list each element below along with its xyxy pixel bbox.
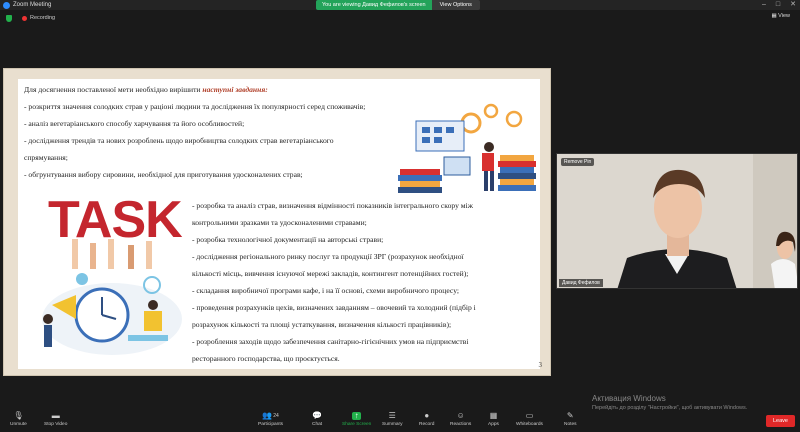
summary-icon: ☰ [388,411,396,420]
toolbar-label: Share Screen [342,422,372,427]
reading-illustration [398,103,536,193]
toolbar-label: Apps [488,422,499,427]
toolbar-label: Summary [382,422,403,427]
lower-task-line: - проведення розрахунків цехів, визначен… [192,303,476,312]
watermark-title: Активация Windows [592,394,666,403]
intro-accent: наступні завдання: [202,85,268,94]
view-button[interactable]: ▦ View [771,13,790,19]
lower-task-line: - складання виробничої програми кафе, і … [192,286,460,295]
window-title: Zoom Meeting [13,2,52,8]
reactions-button[interactable]: ☺ Reactions [450,411,472,428]
participants-count: 24 [273,413,279,419]
task-line: - розкриття значення солодких страв у ра… [24,102,366,111]
toolbar-label: Reactions [450,422,472,427]
lower-task-line: кількості місць, вивчення існуючої мереж… [192,269,469,278]
intro-text: Для досягнення поставленої мети необхідн… [24,85,203,94]
participant-video-frame [557,154,797,288]
toolbar-label: Unmute [10,422,27,427]
task-illustration [42,239,182,355]
maximize-icon[interactable]: □ [776,0,780,10]
share-screen-icon: ↑ [352,412,362,420]
participants-button[interactable]: 👥 24 Participants [258,412,284,428]
task-line: - аналіз вегетаріанського способу харчув… [24,119,245,128]
task-line: - обгрунтування вибору сировини, необхід… [24,170,303,179]
zoom-logo-icon [3,1,10,9]
record-dot-icon [22,15,27,21]
recording-label: Recording [30,15,56,21]
record-button[interactable]: ● Record [419,411,435,428]
toolbar-label: Stop Video [44,422,68,427]
slide-page-number: 3 [538,361,543,369]
lower-task-line: ресторанного господарства, що проєктуєть… [192,354,340,363]
view-label: View [778,13,790,19]
chat-icon: 💬 [312,411,323,420]
minimize-icon[interactable]: – [762,0,766,10]
share-banner: You are viewing Давид Фефилов's screen V… [316,0,480,10]
shield-icon[interactable] [6,14,12,22]
apps-icon: ▦ [489,411,498,420]
lower-task-line: - розробка технологічної документації на… [192,235,384,244]
share-screen-button[interactable]: ↑ Share Screen [342,412,372,428]
stop-video-button[interactable]: ▬ Stop Video [44,411,68,428]
windows-activation-watermark: Активация Windows Перейдіть до розділу "… [592,394,747,411]
toolbar-label: Notes [564,422,577,427]
participants-icon: 👥 24 [261,412,281,420]
slide-content: Для досягнення поставленої мети необхідн… [18,79,540,369]
camera-icon: ▬ [51,411,60,420]
view-options-button[interactable]: View Options [431,0,480,10]
remove-pin-button[interactable]: Remove Pin [561,158,595,166]
participant-name: Давид Фефилов [559,279,603,287]
toolbar-label: Record [419,422,435,427]
toolbar-label: Chat [312,422,323,427]
lower-task-line: - дослідження регіонального ринку послуг… [192,252,464,261]
chat-button[interactable]: 💬 Chat [312,411,323,428]
task-line: спрямування; [24,153,68,162]
lower-task-line: - розроблення заходів щодо забезпечення … [192,337,469,346]
share-banner-text: You are viewing Давид Фефилов's screen [316,0,432,10]
toolbar-label: Whiteboards [516,422,543,427]
meeting-toolbar: 🎙 Unmute ▬ Stop Video 👥 24 Participants 💬… [0,410,800,432]
whiteboards-button[interactable]: ▭ Whiteboards [516,411,543,428]
shared-slide: Для досягнення поставленої мети необхідн… [3,68,551,376]
task-line: - дослідження трендів та нових розроблен… [24,136,334,145]
apps-button[interactable]: ▦ Apps [488,411,499,428]
record-icon: ● [424,411,430,420]
lower-task-line: розрахунок кількості та площі устаткуван… [192,320,452,329]
summary-button[interactable]: ☰ Summary [382,411,403,428]
whiteboard-icon: ▭ [525,411,534,420]
unmute-button[interactable]: 🎙 Unmute [10,411,27,428]
reactions-icon: ☺ [456,411,465,420]
close-icon[interactable]: ✕ [790,0,796,10]
participants-glyph: 👥 [262,411,273,420]
lower-task-line: контрольними зразками та удосконаленими … [192,218,367,227]
notes-icon: ✎ [566,411,574,420]
slide-intro: Для досягнення поставленої мети необхідн… [24,86,268,94]
lower-task-line: - розробка та аналіз страв, визначення в… [192,201,473,210]
leave-button[interactable]: Leave [766,415,795,427]
meeting-top-bar: Recording ▦ View [0,10,800,26]
toolbar-label: Participants [258,422,284,427]
microphone-icon: 🎙 [13,411,24,420]
participant-video[interactable]: Remove Pin Давид Фефилов [556,153,798,289]
notes-button[interactable]: ✎ Notes [564,411,577,428]
